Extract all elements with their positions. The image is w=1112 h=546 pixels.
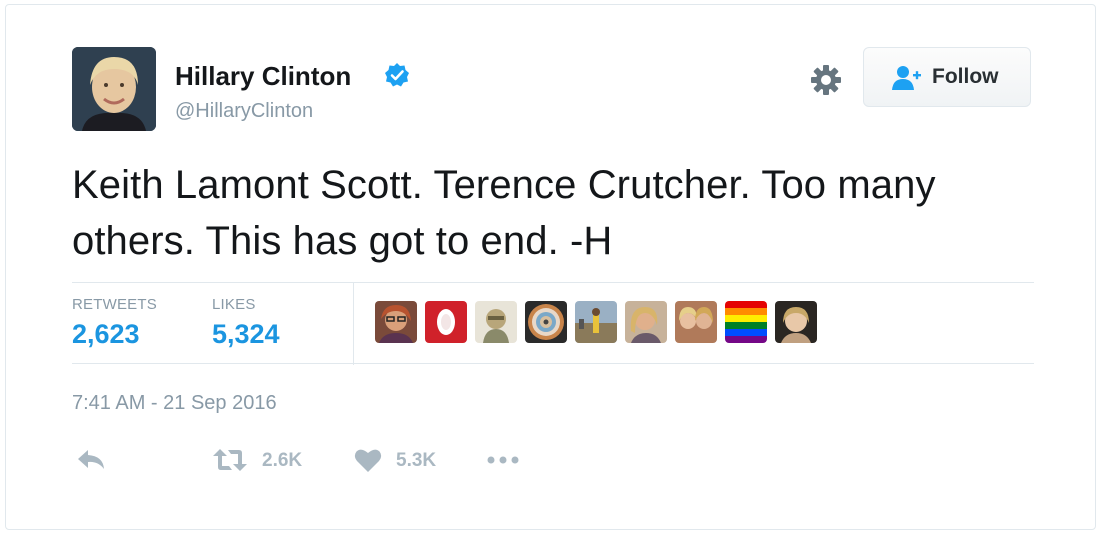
liker-avatar[interactable]	[475, 301, 517, 343]
liker-avatar[interactable]	[425, 301, 467, 343]
stats-top-divider	[72, 282, 1034, 283]
liker-avatar[interactable]	[625, 301, 667, 343]
avatar-red-logo-icon	[425, 301, 467, 343]
like-button[interactable]: 5.3K	[354, 447, 454, 477]
stats-bottom-divider	[72, 363, 1034, 364]
avatar-outdoor-person-icon	[575, 301, 617, 343]
add-user-icon	[892, 66, 921, 90]
heart-icon	[354, 449, 382, 472]
retweet-button[interactable]: 2.6K	[212, 447, 322, 477]
verified-badge-icon	[385, 63, 409, 87]
liker-avatar[interactable]	[675, 301, 717, 343]
more-options-button[interactable]	[486, 447, 522, 477]
tweet-card: Hillary Clinton @HillaryClinton Follow K…	[5, 4, 1096, 530]
retweets-label: RETWEETS	[72, 296, 157, 313]
likes-count[interactable]: 5,324	[212, 319, 280, 350]
tweet-timestamp[interactable]: 7:41 AM - 21 Sep 2016	[72, 392, 277, 415]
retweet-icon	[213, 449, 247, 471]
avatar-blonde-woman-icon	[625, 301, 667, 343]
avatar-rainbow-flag-icon	[725, 301, 767, 343]
follow-button[interactable]: Follow	[863, 47, 1031, 107]
liker-avatar[interactable]	[575, 301, 617, 343]
retweet-count: 2.6K	[262, 450, 303, 471]
follow-label: Follow	[932, 65, 999, 88]
avatar-woman-glasses-icon	[375, 301, 417, 343]
retweets-count[interactable]: 2,623	[72, 319, 140, 350]
reply-button[interactable]	[76, 447, 110, 477]
stats-vertical-divider	[353, 283, 354, 365]
liker-avatar[interactable]	[375, 301, 417, 343]
avatar-portrait-icon	[72, 47, 156, 131]
author-avatar[interactable]	[72, 47, 156, 131]
more-dots-icon	[487, 456, 519, 464]
reply-icon	[78, 450, 104, 469]
avatar-sketch-face-icon	[475, 301, 517, 343]
author-name[interactable]: Hillary Clinton	[175, 61, 351, 92]
like-count: 5.3K	[396, 450, 437, 471]
avatar-woman-portrait-icon	[775, 301, 817, 343]
liker-avatar[interactable]	[725, 301, 767, 343]
gear-icon[interactable]	[809, 63, 843, 97]
liker-avatar[interactable]	[525, 301, 567, 343]
author-handle[interactable]: @HillaryClinton	[175, 100, 313, 123]
avatar-two-women-icon	[675, 301, 717, 343]
tweet-text: Keith Lamont Scott. Terence Crutcher. To…	[72, 163, 936, 263]
tweet-header: Hillary Clinton @HillaryClinton Follow	[72, 47, 1034, 133]
liker-avatar[interactable]	[775, 301, 817, 343]
avatar-circular-pattern-icon	[525, 301, 567, 343]
likes-label: LIKES	[212, 296, 256, 313]
